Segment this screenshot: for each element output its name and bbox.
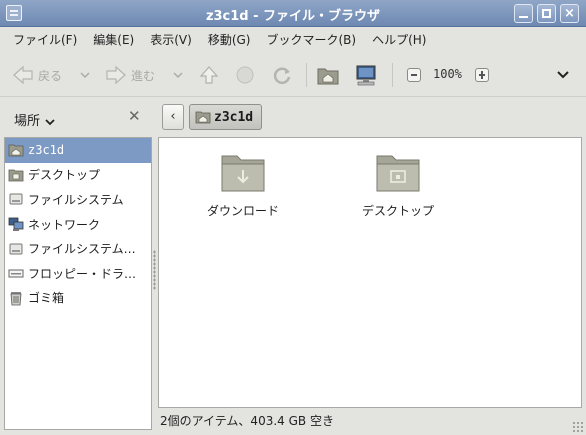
forward-label: 進む — [131, 68, 156, 83]
up-arrow-icon — [199, 66, 219, 84]
back-arrow-icon — [13, 65, 33, 85]
sidebar-item-label: ネットワーク — [28, 217, 101, 232]
places-sidebar: z3c1d デスクトップ ファイルシステム ネットワーク ファイルシステム… フ… — [4, 137, 152, 430]
home-folder-icon — [195, 111, 211, 124]
window-title: z3c1d - ファイル・ブラウザ — [205, 9, 381, 24]
toolbar-separator — [392, 63, 393, 87]
menu-go[interactable]: 移動(G) — [200, 28, 259, 52]
menu-bar: ファイル(F) 編集(E) 表示(V) 移動(G) ブックマーク(B) ヘルプ(… — [0, 28, 586, 52]
menu-file[interactable]: ファイル(F) — [5, 28, 85, 52]
sidebar-item-label: ファイルシステム… — [28, 242, 136, 257]
stop-icon — [236, 66, 254, 84]
toolbar-separator — [306, 63, 307, 87]
sidebar-item-label: フロッピー・ドラ… — [28, 266, 137, 281]
chevron-down-icon — [45, 118, 55, 125]
chevron-down-icon — [173, 72, 183, 79]
sidebar-item-label: ファイルシステム — [28, 192, 124, 207]
zoom-level[interactable]: 100% — [433, 67, 462, 81]
menu-edit[interactable]: 編集(E) — [85, 28, 142, 52]
sidebar-resize-handle[interactable] — [153, 250, 156, 290]
sidebar-item-filesystem-2[interactable]: ファイルシステム… — [5, 236, 151, 261]
forward-arrow-icon — [106, 65, 126, 85]
downloads-folder-icon — [221, 155, 265, 192]
file-item-desktop[interactable]: デスクトップ — [343, 150, 453, 219]
home-button[interactable] — [317, 63, 339, 87]
menu-view[interactable]: 表示(V) — [142, 28, 200, 52]
path-scroll-left-button[interactable]: ‹ — [162, 104, 184, 130]
drive-icon — [9, 243, 23, 255]
stop-button[interactable] — [235, 63, 255, 87]
sidebar-item-trash[interactable]: ゴミ箱 — [5, 286, 151, 311]
close-sidebar-button[interactable]: ✕ — [128, 107, 141, 125]
desktop-folder-icon — [8, 169, 24, 182]
network-icon — [8, 217, 24, 232]
sidebar-header-label: 場所 — [14, 114, 41, 129]
menu-bookmarks[interactable]: ブックマーク(B) — [258, 28, 364, 52]
zoom-out-button[interactable] — [407, 68, 421, 82]
forward-button[interactable]: 進む — [105, 63, 155, 87]
minimize-icon — [519, 16, 528, 18]
close-window-button[interactable]: × — [560, 4, 579, 23]
sidebar-item-home[interactable]: z3c1d — [5, 138, 151, 163]
toolbar: 戻る 進む 100% — [0, 53, 586, 97]
sidebar-item-filesystem[interactable]: ファイルシステム — [5, 187, 151, 212]
sidebar-item-label: ゴミ箱 — [28, 291, 65, 306]
back-label: 戻る — [38, 68, 63, 83]
sidebar-type-selector[interactable]: 場所 — [14, 110, 56, 129]
sidebar-item-label: z3c1d — [28, 143, 65, 158]
back-button[interactable]: 戻る — [12, 63, 62, 87]
sidebar-item-label: デスクトップ — [28, 168, 101, 183]
computer-button[interactable] — [354, 63, 378, 87]
window-resize-grip[interactable] — [572, 421, 584, 433]
sidebar-item-floppy[interactable]: フロッピー・ドラ… — [5, 261, 151, 286]
reload-button[interactable] — [271, 63, 293, 87]
menu-help[interactable]: ヘルプ(H) — [364, 28, 434, 52]
forward-history-dropdown[interactable] — [172, 63, 184, 87]
path-crumb-home[interactable]: z3c1d — [189, 104, 262, 130]
maximize-button[interactable] — [537, 4, 556, 23]
up-button[interactable] — [198, 63, 220, 87]
home-folder-icon — [317, 68, 339, 85]
minimize-button[interactable] — [514, 4, 533, 23]
drive-icon — [9, 193, 23, 205]
floppy-icon — [8, 269, 24, 278]
chevron-down-icon — [557, 71, 569, 79]
file-item-downloads[interactable]: ダウンロード — [188, 150, 298, 219]
file-name: ダウンロード — [206, 204, 279, 218]
back-history-dropdown[interactable] — [79, 63, 91, 87]
maximize-icon — [542, 9, 551, 18]
title-bar[interactable]: z3c1d - ファイル・ブラウザ × — [0, 0, 586, 27]
sidebar-item-network[interactable]: ネットワーク — [5, 212, 151, 237]
toolbar-overflow-button[interactable] — [556, 63, 570, 87]
chevron-down-icon — [80, 72, 90, 79]
trash-icon — [10, 291, 22, 306]
close-icon: × — [564, 6, 575, 21]
home-icon — [8, 144, 24, 157]
file-icon-view[interactable]: ダウンロード デスクトップ — [158, 137, 582, 408]
sidebar-item-desktop[interactable]: デスクトップ — [5, 163, 151, 188]
sidebar-header: 場所 ✕ — [4, 106, 152, 130]
path-crumb-label: z3c1d — [214, 109, 254, 125]
zoom-in-button[interactable] — [475, 68, 489, 82]
computer-icon — [356, 65, 376, 86]
file-name: デスクトップ — [361, 204, 434, 218]
reload-icon — [273, 67, 291, 84]
desktop-folder-icon — [376, 155, 420, 192]
status-bar: 2個のアイテム、403.4 GB 空き — [160, 414, 334, 428]
